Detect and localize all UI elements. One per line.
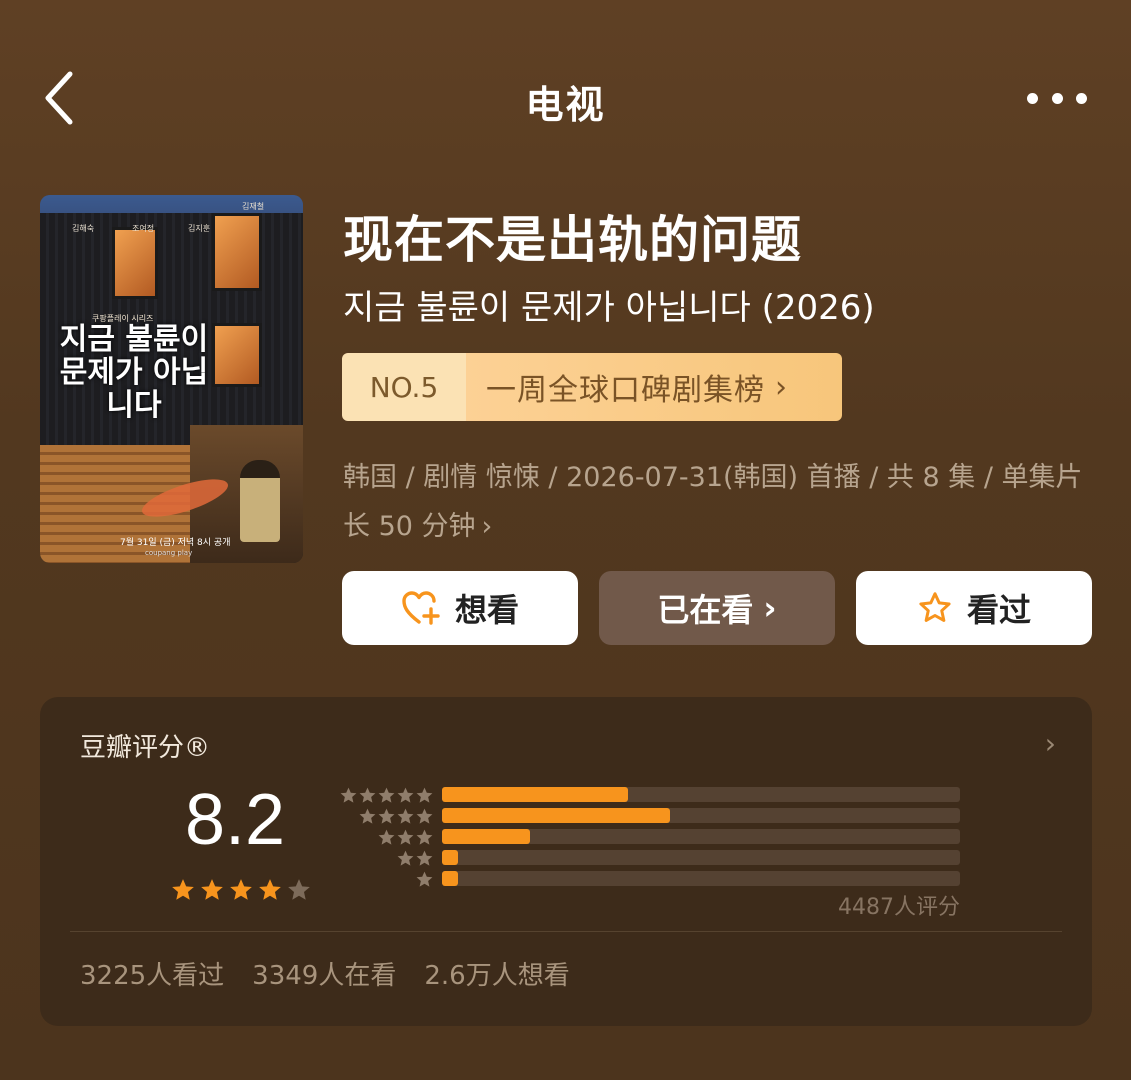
distribution-track <box>442 787 960 802</box>
distribution-stars <box>377 828 434 847</box>
poster-cast: 김해숙 <box>72 224 95 233</box>
poster-title: 지금 불륜이 문제가 아닙니다 <box>59 322 209 423</box>
star-icon <box>359 808 376 824</box>
distribution-row <box>336 828 966 847</box>
poster-brand: coupang play <box>145 549 193 557</box>
poster-image[interactable]: 김해숙 조여정 김지훈 김재철 쿠팡플레이 시리즈 지금 불륜이 문제가 아닙니… <box>40 195 303 563</box>
star-icon <box>230 879 252 900</box>
distribution-track <box>442 829 960 844</box>
distribution-track <box>442 871 960 886</box>
rating-count: 4487人评分 <box>838 895 960 920</box>
poster-cast: 김재철 <box>242 202 265 211</box>
star-icon <box>288 879 310 900</box>
rank-list: 一周全球口碑剧集榜 › <box>466 353 842 421</box>
chevron-right-icon: › <box>775 369 788 405</box>
distribution-row <box>336 870 966 889</box>
rank-number: NO.5 <box>342 353 466 421</box>
star-icon <box>259 879 281 900</box>
rating-title: 豆瓣评分® <box>80 733 211 763</box>
distribution-bar <box>442 808 670 823</box>
rank-list-label: 一周全球口碑剧集榜 <box>486 373 765 408</box>
watching-label: 已在看 <box>657 591 754 629</box>
distribution-bar <box>442 871 458 886</box>
rating-score: 8.2 <box>185 780 286 860</box>
rating-stats: 3225人看过 3349人在看 2.6万人想看 <box>80 955 570 992</box>
watched-count[interactable]: 3225人看过 <box>80 955 224 992</box>
distribution-row <box>336 849 966 868</box>
ranking-badge[interactable]: NO.5 一周全球口碑剧集榜 › <box>342 353 842 421</box>
watched-button[interactable]: 看过 <box>856 571 1092 645</box>
distribution-stars <box>415 870 434 889</box>
star-icon <box>359 787 376 803</box>
star-icon <box>416 787 433 803</box>
distribution-stars <box>339 786 434 805</box>
star-icon <box>397 808 414 824</box>
watching-button[interactable]: 已在看 › <box>599 571 835 645</box>
rating-stars <box>170 877 312 903</box>
star-icon <box>378 787 395 803</box>
distribution-bar <box>442 787 629 802</box>
distribution-bar <box>442 850 458 865</box>
distribution-track <box>442 808 960 823</box>
show-meta[interactable]: 韩国 / 剧情 惊悚 / 2026-07-31(韩国) 首播 / 共 8 集 /… <box>343 453 1103 551</box>
poster-cast: 김지훈 <box>188 224 211 233</box>
star-icon <box>172 879 194 900</box>
chevron-right-icon[interactable]: › <box>1045 727 1056 760</box>
distribution-stars <box>396 849 434 868</box>
star-icon <box>397 787 414 803</box>
poster-date: 7월 31일 (금) 저녁 8시 공개 <box>120 538 231 548</box>
more-dots-icon <box>1027 92 1038 104</box>
more-button[interactable] <box>1027 86 1087 110</box>
star-icon <box>201 879 223 900</box>
original-title: 지금 불륜이 문제가 아닙니다 (2026) <box>343 288 875 328</box>
poster-cast: 조여정 <box>132 224 155 233</box>
star-icon <box>416 871 433 887</box>
chevron-right-icon: › <box>763 589 777 627</box>
star-icon <box>397 850 414 866</box>
want-to-watch-button[interactable]: 想看 <box>342 571 578 645</box>
want-count[interactable]: 2.6万人想看 <box>424 955 569 992</box>
star-icon <box>416 850 433 866</box>
star-icon <box>378 808 395 824</box>
distribution-track <box>442 850 960 865</box>
star-outline-icon <box>917 590 953 626</box>
star-icon <box>378 829 395 845</box>
watching-count[interactable]: 3349人在看 <box>252 955 396 992</box>
rating-card[interactable]: 豆瓣评分® › 8.2 4487人评分 3225人看过 3349人在看 2.6万… <box>40 697 1092 1026</box>
star-icon <box>340 787 357 803</box>
distribution-stars <box>358 807 434 826</box>
chevron-right-icon: › <box>481 511 493 542</box>
meta-text: 韩国 / 剧情 惊悚 / 2026-07-31(韩国) 首播 / 共 8 集 /… <box>343 462 1083 542</box>
star-icon <box>416 808 433 824</box>
divider <box>70 931 1062 932</box>
want-label: 想看 <box>454 591 519 629</box>
distribution-bar <box>442 829 531 844</box>
star-icon <box>397 829 414 845</box>
heart-plus-icon <box>401 590 441 626</box>
distribution-row <box>336 786 966 805</box>
distribution-row <box>336 807 966 826</box>
star-icon <box>416 829 433 845</box>
show-title: 现在不是出轨的问题 <box>343 211 802 269</box>
page-title: 电视 <box>525 83 606 127</box>
watched-label: 看过 <box>966 591 1031 629</box>
